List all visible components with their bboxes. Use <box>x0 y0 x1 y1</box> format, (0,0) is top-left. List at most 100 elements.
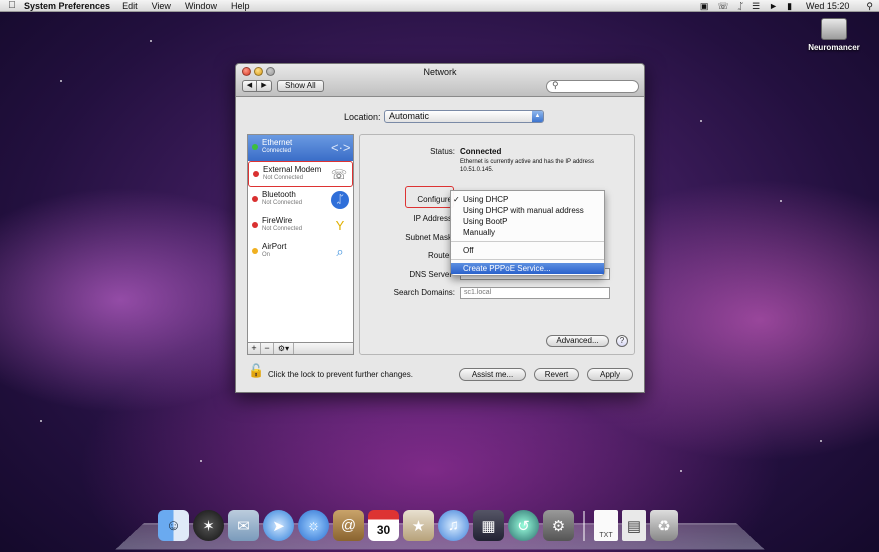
apple-menu-icon[interactable]:  <box>0 0 24 12</box>
preview-icon[interactable]: ★ <box>403 510 434 541</box>
status-dot <box>252 248 258 254</box>
mail-icon[interactable]: ✉ <box>228 510 259 541</box>
trash-icon[interactable]: ♻ <box>650 510 678 541</box>
time-machine-icon[interactable]: ↺ <box>508 510 539 541</box>
status-value: Connected <box>460 147 502 156</box>
menu-item-label: Using DHCP <box>463 195 509 204</box>
itunes-icon[interactable]: ♫ <box>438 510 469 541</box>
bluetooth-icon[interactable]: ᛢ <box>738 0 743 12</box>
star <box>150 40 152 42</box>
gear-icon[interactable]: ⚙▾ <box>274 343 294 354</box>
service-external-modem[interactable]: External Modem Not Connected ☏ <box>248 161 353 187</box>
hard-disk-icon[interactable]: Neuromancer <box>806 18 862 52</box>
menu-item-label: Create PPPoE Service... <box>463 264 551 273</box>
star <box>60 80 62 82</box>
remove-service-button[interactable]: − <box>261 343 274 354</box>
status-dot <box>252 196 258 202</box>
service-list-toolbar: + − ⚙▾ <box>247 343 354 355</box>
battery-icon[interactable]: ▮ <box>787 0 792 12</box>
bluetooth-icon: ᛢ <box>331 191 349 209</box>
checkmark-icon: ✓ <box>453 195 460 204</box>
subnet-mask-label: Subnet Mask <box>405 233 452 242</box>
service-airport[interactable]: AirPort On ⌕ <box>248 239 353 265</box>
app-menu[interactable]: System Preferences <box>24 0 110 12</box>
address-book-icon[interactable]: @ <box>333 510 364 541</box>
help-button[interactable]: ? <box>616 335 628 347</box>
ip-address-label: IP Address <box>413 214 452 223</box>
lock-icon[interactable]: 🔓 <box>248 362 264 380</box>
chevron-updown-icon: ▲ <box>532 111 543 122</box>
finder-icon[interactable]: ☺ <box>158 510 189 541</box>
back-button[interactable]: ◀ <box>242 80 257 92</box>
phone-icon[interactable]: ☏ <box>717 0 728 12</box>
ethernet-icon: <·> <box>331 140 351 155</box>
search-domains-label: Search Domains: <box>393 288 455 297</box>
search-input[interactable]: ⚲ <box>546 80 639 93</box>
status-dot <box>253 171 259 177</box>
ical-icon[interactable]: 30 <box>368 510 399 541</box>
assist-me-button[interactable]: Assist me... <box>459 368 526 381</box>
service-ethernet[interactable]: Ethernet Connected <·> <box>248 135 353 161</box>
wifi-icon[interactable]: ☰ <box>752 0 760 12</box>
nav-buttons: ◀ ▶ <box>242 80 272 92</box>
safari-icon[interactable]: ➤ <box>263 510 294 541</box>
star <box>700 120 702 122</box>
lock-text: Click the lock to prevent further change… <box>268 370 413 379</box>
menu-view[interactable]: View <box>152 0 171 12</box>
show-all-button[interactable]: Show All <box>277 80 324 92</box>
star <box>40 420 42 422</box>
window-titlebar[interactable]: Network ◀ ▶ Show All ⚲ <box>236 64 644 97</box>
star <box>820 440 822 442</box>
volume-icon[interactable]: ► <box>769 0 778 12</box>
document-icon[interactable]: ▤ <box>622 510 646 541</box>
configure-label: Configure <box>417 195 452 204</box>
phone-icon: ☏ <box>330 167 348 182</box>
menu-item-label: Off <box>463 246 474 255</box>
disk-image-icon <box>821 18 847 40</box>
revert-button[interactable]: Revert <box>534 368 579 381</box>
location-label: Location: <box>344 112 381 122</box>
menu-window[interactable]: Window <box>185 0 217 12</box>
star <box>780 200 782 202</box>
text-document-icon[interactable]: TXT <box>594 510 618 541</box>
menu-item-off[interactable]: Off <box>451 245 604 256</box>
ichat-icon[interactable]: ☼ <box>298 510 329 541</box>
configure-dropdown-menu: ✓ Using DHCP Using DHCP with manual addr… <box>450 190 605 276</box>
dock-separator <box>583 511 585 541</box>
menu-item-dhcp-manual[interactable]: Using DHCP with manual address <box>451 205 604 216</box>
menu-item-using-dhcp[interactable]: ✓ Using DHCP <box>451 194 604 205</box>
menu-help[interactable]: Help <box>231 0 250 12</box>
firewire-icon: Y <box>335 218 345 233</box>
search-domains-field[interactable]: sc1.local <box>460 287 610 299</box>
window-title: Network <box>423 67 457 77</box>
service-list: Ethernet Connected <·> External Modem No… <box>247 134 354 343</box>
location-value: Automatic <box>389 111 430 121</box>
menubar-extras: ▣ ☏ ᛢ ☰ ► ▮ Wed 15:20 ⚲ <box>691 0 879 12</box>
advanced-button[interactable]: Advanced... <box>546 335 609 347</box>
dock: ☺ ✶ ✉ ➤ ☼ @ 30 ★ ♫ ▦ ↺ ⚙ TXT ▤ ♻ <box>158 505 678 541</box>
location-select[interactable]: Automatic ▲ <box>384 110 544 123</box>
menu-item-manually[interactable]: Manually <box>451 227 604 238</box>
status-dot <box>252 144 258 150</box>
add-service-button[interactable]: + <box>248 343 261 354</box>
menu-item-label: Using DHCP with manual address <box>463 206 584 215</box>
menu-separator <box>451 259 604 260</box>
menu-item-bootp[interactable]: Using BootP <box>451 216 604 227</box>
spotlight-icon[interactable]: ⚲ <box>866 0 873 12</box>
service-firewire[interactable]: FireWire Not Connected Y <box>248 213 353 239</box>
system-preferences-icon[interactable]: ⚙ <box>543 510 574 541</box>
router-label: Router <box>427 251 452 260</box>
status-description: Ethernet is currently active and has the… <box>460 159 594 173</box>
apply-button[interactable]: Apply <box>587 368 633 381</box>
menu-item-create-pppoe[interactable]: Create PPPoE Service... <box>451 263 604 274</box>
dashboard-icon[interactable]: ✶ <box>193 510 224 541</box>
menubar-clock[interactable]: Wed 15:20 <box>806 0 849 12</box>
wifi-icon: ⌕ <box>336 244 344 259</box>
status-label: Status: <box>430 147 455 156</box>
menu-edit[interactable]: Edit <box>122 0 138 12</box>
service-bluetooth[interactable]: Bluetooth Not Connected ᛢ <box>248 187 353 213</box>
menubar:  System Preferences Edit View Window He… <box>0 0 879 12</box>
script-menu-icon[interactable]: ▣ <box>700 0 709 12</box>
spaces-icon[interactable]: ▦ <box>473 510 504 541</box>
forward-button[interactable]: ▶ <box>257 80 272 92</box>
